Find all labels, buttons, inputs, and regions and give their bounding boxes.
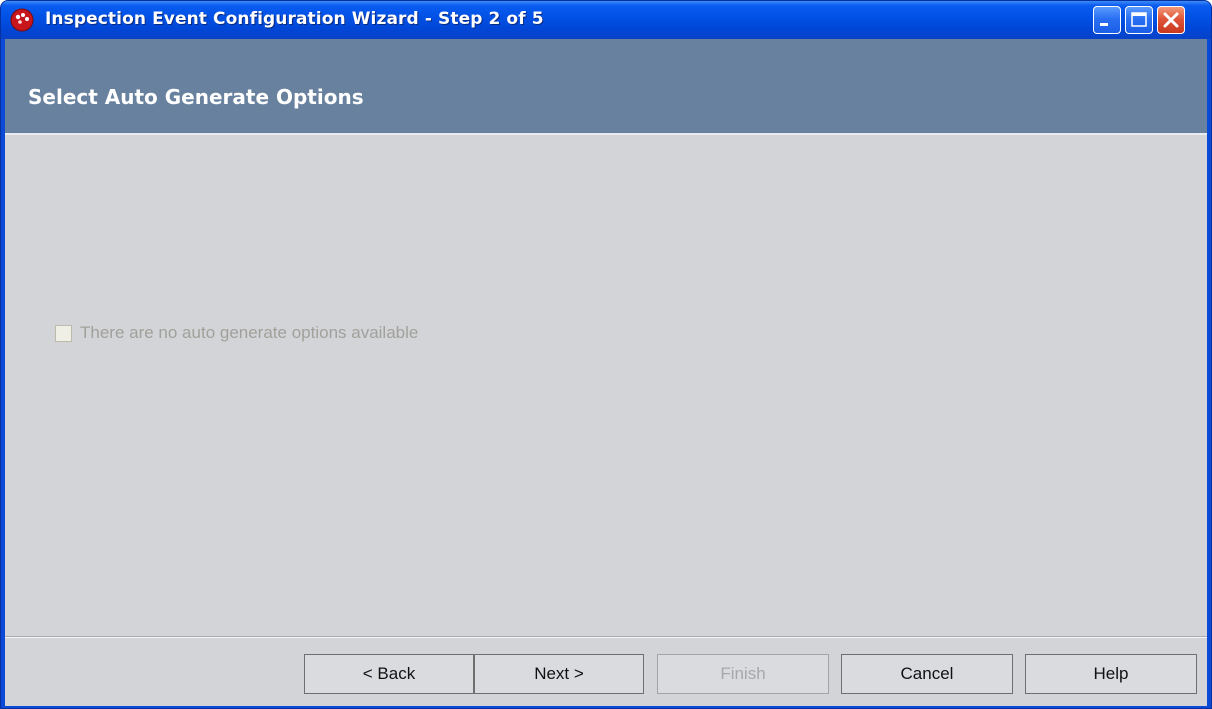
close-icon bbox=[1163, 12, 1179, 28]
cancel-button[interactable]: Cancel bbox=[841, 654, 1013, 694]
wizard-window: Inspection Event Configuration Wizard - … bbox=[0, 0, 1212, 709]
minimize-button[interactable] bbox=[1093, 6, 1121, 34]
app-icon bbox=[10, 8, 34, 32]
next-button[interactable]: Next > bbox=[474, 654, 644, 694]
maximize-icon bbox=[1131, 12, 1147, 27]
window-title: Inspection Event Configuration Wizard - … bbox=[45, 9, 544, 29]
help-button[interactable]: Help bbox=[1025, 654, 1197, 694]
title-bar[interactable]: Inspection Event Configuration Wizard - … bbox=[1, 1, 1211, 39]
auto-generate-checkbox bbox=[55, 324, 72, 342]
close-button[interactable] bbox=[1157, 6, 1185, 34]
maximize-button[interactable] bbox=[1125, 6, 1153, 34]
step-title: Select Auto Generate Options bbox=[28, 85, 364, 109]
wizard-client-area: Select Auto Generate Options There are n… bbox=[5, 39, 1207, 706]
finish-button: Finish bbox=[657, 654, 829, 694]
minimize-icon bbox=[1100, 23, 1108, 26]
auto-generate-option: There are no auto generate options avail… bbox=[55, 321, 418, 345]
step-header: Select Auto Generate Options bbox=[5, 39, 1207, 135]
auto-generate-checkbox-label: There are no auto generate options avail… bbox=[80, 323, 419, 342]
footer-divider bbox=[5, 636, 1207, 638]
back-button[interactable]: < Back bbox=[304, 654, 474, 694]
